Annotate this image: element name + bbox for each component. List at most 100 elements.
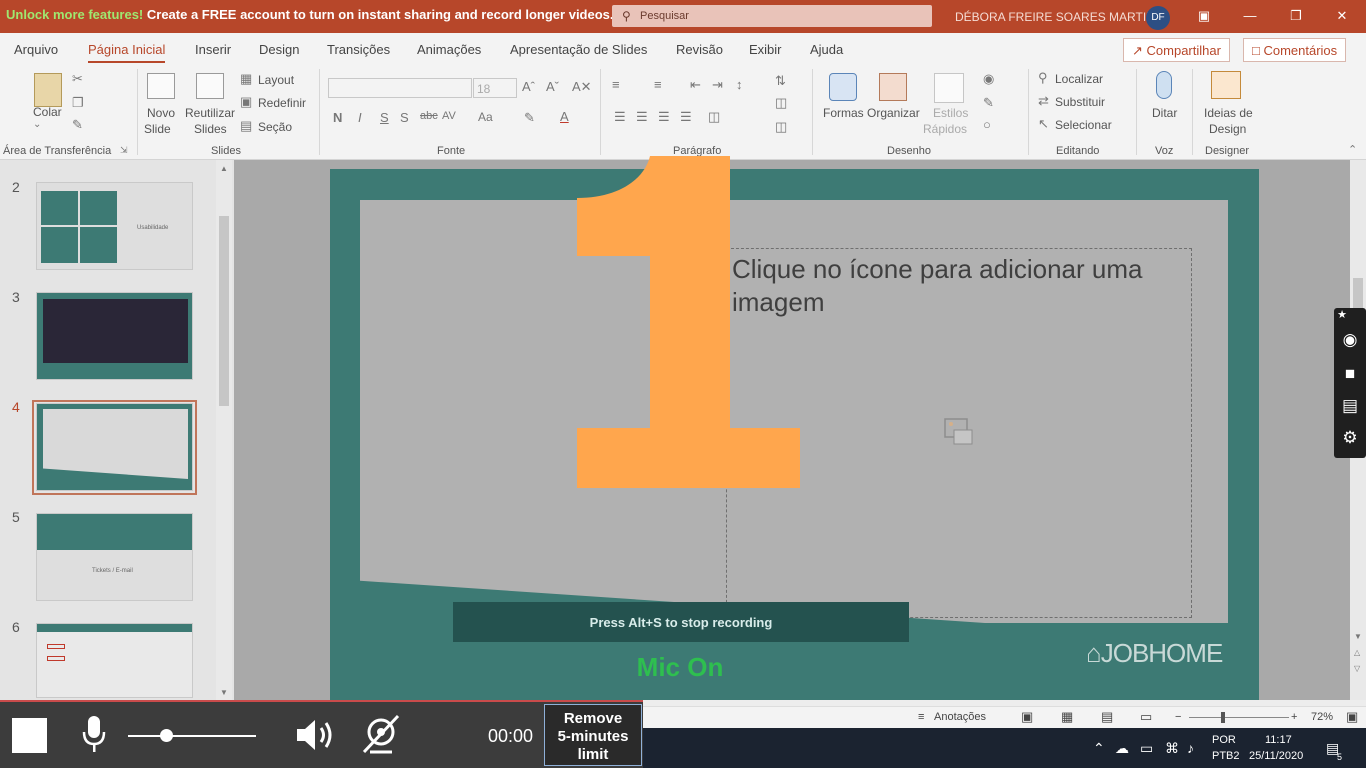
slide-thumbnail-5[interactable]: Tickets / E-mail xyxy=(36,513,193,601)
clear-format-icon[interactable]: A✕ xyxy=(572,79,592,95)
camera-icon[interactable]: ◉ xyxy=(1338,330,1362,352)
format-painter-icon[interactable]: ✎ xyxy=(72,117,83,133)
reset-label[interactable]: Redefinir xyxy=(258,96,306,110)
zoom-level[interactable]: 72% xyxy=(1311,711,1333,723)
char-spacing-button[interactable]: AV xyxy=(442,110,456,122)
scroll-up-icon[interactable]: ▲ xyxy=(220,164,228,173)
replace-label[interactable]: Substituir xyxy=(1055,95,1105,109)
shadow-button[interactable]: S xyxy=(400,110,409,125)
reuse-slides-label-2[interactable]: Slides xyxy=(194,122,227,136)
select-label[interactable]: Selecionar xyxy=(1055,118,1112,132)
share-button[interactable]: ↗ Compartilhar xyxy=(1123,38,1230,62)
font-color-icon[interactable]: A xyxy=(560,109,569,124)
user-name[interactable]: DÉBORA FREIRE SOARES MARTINS xyxy=(955,10,1163,24)
shape-effects-icon[interactable]: ○ xyxy=(983,117,991,132)
strikethrough-button[interactable]: abc xyxy=(420,110,438,122)
notes-icon[interactable]: ≡ xyxy=(918,711,924,723)
tab-ajuda[interactable]: Ajuda xyxy=(810,42,843,57)
microphone-icon[interactable] xyxy=(82,714,106,754)
thumbnails-scrollbar[interactable]: ▲ ▼ xyxy=(216,160,232,700)
tab-animacoes[interactable]: Animações xyxy=(417,42,481,57)
quick-styles-label-2[interactable]: Rápidos xyxy=(923,122,967,136)
paste-label[interactable]: Colar xyxy=(33,105,62,119)
new-slide-label-2[interactable]: Slide xyxy=(144,122,171,136)
slide-sorter-icon[interactable]: ▦ xyxy=(1061,709,1073,725)
bullets-icon[interactable]: ≡ xyxy=(612,77,620,92)
italic-button[interactable]: I xyxy=(358,110,362,125)
reuse-slides-icon[interactable] xyxy=(196,73,224,99)
tab-inserir[interactable]: Inserir xyxy=(195,42,231,57)
prev-slide-icon[interactable]: △ xyxy=(1354,648,1360,657)
notes-button[interactable]: Anotações xyxy=(934,711,986,723)
tab-apresentacao[interactable]: Apresentação de Slides xyxy=(510,42,647,57)
reading-view-icon[interactable]: ▤ xyxy=(1101,709,1113,725)
keyboard-layout[interactable]: PTB2 xyxy=(1212,750,1240,762)
reuse-slides-label-1[interactable]: Reutilizar xyxy=(185,106,235,120)
settings-gear-icon[interactable]: ⚙ xyxy=(1338,428,1362,450)
volume-icon[interactable]: ♪ xyxy=(1187,740,1194,756)
gallery-icon[interactable]: ▤ xyxy=(1338,396,1362,418)
minimize-icon[interactable]: — xyxy=(1240,8,1260,23)
change-case-button[interactable]: Aa xyxy=(478,110,493,124)
next-slide-icon[interactable]: ▽ xyxy=(1354,664,1360,673)
highlight-icon[interactable]: ✎ xyxy=(524,110,535,126)
scrollbar-thumb[interactable] xyxy=(1353,278,1363,308)
stop-recording-button[interactable] xyxy=(12,718,47,753)
font-size-select[interactable]: 18 xyxy=(473,78,517,98)
speaker-icon[interactable] xyxy=(295,716,339,754)
microphone-icon[interactable] xyxy=(1156,71,1172,99)
bold-button[interactable]: N xyxy=(333,110,342,125)
paste-icon[interactable] xyxy=(34,73,62,107)
columns-icon[interactable]: ◫ xyxy=(708,109,720,125)
dictate-label[interactable]: Ditar xyxy=(1152,106,1177,120)
slide-thumbnail-2[interactable]: Usabilidade xyxy=(36,182,193,270)
decrease-indent-icon[interactable]: ⇤ xyxy=(690,77,701,93)
chevron-down-icon[interactable]: ⌄ xyxy=(33,119,41,130)
align-text-icon[interactable]: ◫ xyxy=(775,95,787,111)
slide-thumbnail-6[interactable] xyxy=(36,623,193,698)
remove-limit-button[interactable]: Remove 5-minutes limit xyxy=(544,704,642,766)
tab-pagina-inicial[interactable]: Página Inicial xyxy=(88,42,166,63)
dialog-launcher-icon[interactable]: ⇲ xyxy=(120,145,128,156)
insert-picture-icon[interactable] xyxy=(944,418,974,446)
slide-thumbnail-3[interactable] xyxy=(36,292,193,380)
align-center-icon[interactable]: ☰ xyxy=(636,109,648,125)
text-direction-icon[interactable]: ⇅ xyxy=(775,73,786,89)
video-icon[interactable]: ■ xyxy=(1338,364,1362,386)
shapes-label[interactable]: Formas xyxy=(823,106,864,120)
numbering-icon[interactable]: ≡ xyxy=(654,77,662,92)
justify-icon[interactable]: ☰ xyxy=(680,109,692,125)
design-ideas-label-1[interactable]: Ideias de xyxy=(1204,106,1253,120)
normal-view-icon[interactable]: ▣ xyxy=(1021,709,1033,725)
tab-revisao[interactable]: Revisão xyxy=(676,42,723,57)
webcam-off-icon[interactable] xyxy=(360,714,402,756)
avatar[interactable]: DF xyxy=(1146,6,1170,30)
show-hidden-icons[interactable]: ⌃ xyxy=(1093,740,1105,757)
quick-styles-label-1[interactable]: Estilos xyxy=(933,106,968,120)
shape-outline-icon[interactable]: ✎ xyxy=(983,95,994,111)
shape-fill-icon[interactable]: ◉ xyxy=(983,71,994,87)
zoom-out-icon[interactable]: − xyxy=(1175,711,1181,723)
cut-icon[interactable]: ✂ xyxy=(72,71,83,87)
line-spacing-icon[interactable]: ↕ xyxy=(736,77,743,92)
underline-button[interactable]: S xyxy=(380,110,389,125)
tab-exibir[interactable]: Exibir xyxy=(749,42,782,57)
align-right-icon[interactable]: ☰ xyxy=(658,109,670,125)
pin-icon[interactable]: ★ xyxy=(1336,308,1348,330)
clock-date[interactable]: 25/11/2020 xyxy=(1249,750,1303,762)
copy-icon[interactable]: ❐ xyxy=(72,95,84,111)
wifi-icon[interactable]: ⌘ xyxy=(1165,740,1179,757)
fit-slide-icon[interactable]: ▣ xyxy=(1346,709,1358,725)
increase-font-icon[interactable]: Aˆ xyxy=(522,79,535,94)
battery-icon[interactable]: ▭ xyxy=(1140,740,1153,757)
layout-label[interactable]: Layout xyxy=(258,73,294,87)
tab-transicoes[interactable]: Transições xyxy=(327,42,390,57)
zoom-slider-thumb[interactable] xyxy=(1221,712,1225,723)
scroll-down-icon[interactable]: ▼ xyxy=(1354,632,1362,641)
find-label[interactable]: Localizar xyxy=(1055,72,1103,86)
upgrade-banner[interactable]: Unlock more features! Create a FREE acco… xyxy=(6,7,614,22)
increase-indent-icon[interactable]: ⇥ xyxy=(712,77,723,93)
new-slide-label-1[interactable]: Novo xyxy=(147,106,175,120)
tab-design[interactable]: Design xyxy=(259,42,299,57)
slideshow-icon[interactable]: ▭ xyxy=(1140,709,1152,725)
